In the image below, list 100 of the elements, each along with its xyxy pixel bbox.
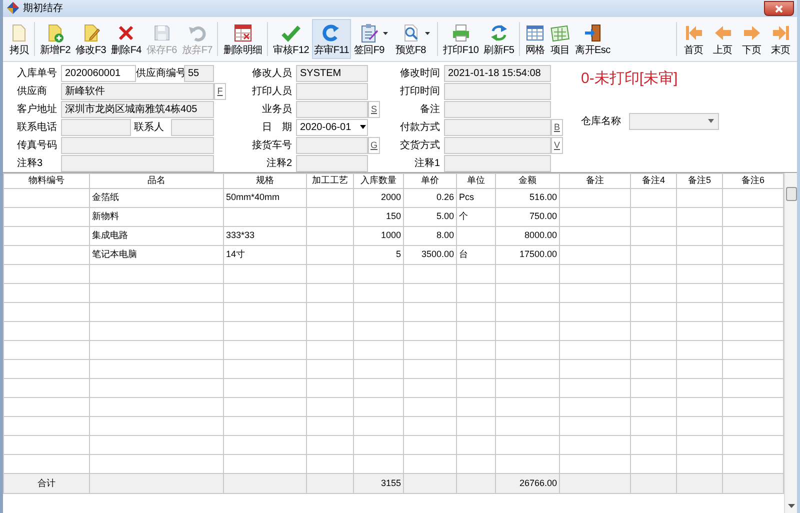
column-header[interactable]: 备注5: [676, 174, 722, 188]
table-cell: 2000: [354, 188, 404, 208]
input-field[interactable]: 2020060001: [61, 64, 136, 82]
table-delete-icon: [232, 23, 253, 43]
input-field[interactable]: [171, 118, 214, 136]
input-field[interactable]: [444, 82, 551, 100]
toolbar-button[interactable]: 预览F8: [393, 19, 428, 59]
toolbar-button[interactable]: 弃审F11: [312, 19, 351, 59]
column-header[interactable]: 加工工艺: [306, 174, 354, 188]
door-icon: [582, 23, 603, 43]
toolbar-button[interactable]: 删除明细: [221, 19, 264, 59]
toolbar-button[interactable]: 刷新F5: [482, 19, 516, 59]
input-field[interactable]: 深圳市龙岗区城南雅筑4栋405: [61, 100, 214, 118]
input-field[interactable]: 新峰软件: [61, 82, 214, 100]
input-field[interactable]: [296, 154, 368, 172]
circular-arrow-icon: [321, 23, 342, 43]
lookup-button[interactable]: F: [214, 82, 226, 100]
table-cell: 14寸: [224, 246, 306, 264]
input-field[interactable]: [296, 82, 368, 100]
total-cell: 26766.00: [496, 474, 560, 494]
column-header[interactable]: 备注: [560, 174, 630, 188]
close-icon: [775, 4, 783, 12]
status-text: 0-未打印[未审]: [581, 69, 679, 89]
date-field[interactable]: 2020-06-01: [296, 118, 368, 136]
input-field[interactable]: SYSTEM: [296, 64, 368, 82]
toolbar-button[interactable]: 离开Esc: [573, 19, 612, 59]
column-header[interactable]: 品名: [90, 174, 224, 188]
lookup-button[interactable]: B: [551, 118, 563, 136]
input-field[interactable]: 2021-01-18 15:54:08: [444, 64, 551, 82]
field-label: 备注: [419, 102, 441, 116]
field-label: 修改时间: [399, 66, 441, 80]
field-label: 修改人员: [251, 66, 293, 80]
toolbar-button[interactable]: 拷贝: [7, 19, 31, 59]
input-field[interactable]: [444, 118, 551, 136]
input-field[interactable]: [61, 136, 214, 154]
toolbar-button[interactable]: 删除F4: [108, 19, 144, 59]
table-cell: Pcs: [456, 188, 496, 208]
input-field[interactable]: [61, 154, 214, 172]
input-field[interactable]: [296, 100, 368, 118]
dropdown-arrow-icon: [708, 119, 714, 123]
column-header[interactable]: 金额: [496, 174, 560, 188]
column-header[interactable]: 物料编号: [4, 174, 90, 188]
scroll-down-icon[interactable]: [788, 504, 794, 509]
toolbar-button[interactable]: 签回F9: [352, 19, 386, 59]
field-label: 付款方式: [399, 120, 441, 134]
toolbar-button[interactable]: 网格: [523, 19, 548, 59]
column-header[interactable]: 单位: [456, 174, 496, 188]
total-cell: 合计: [4, 474, 90, 494]
toolbar-button[interactable]: 审核F12: [271, 19, 311, 59]
close-button[interactable]: [764, 1, 794, 16]
table-cell: 333*33: [224, 226, 306, 246]
table-cell: 750.00: [496, 208, 560, 226]
toolbar-button[interactable]: 打印F10: [440, 19, 481, 59]
field-label: 打印人员: [251, 84, 293, 98]
table-cell: 笔记本电脑: [90, 246, 224, 264]
total-cell: 3155: [354, 474, 404, 494]
column-header[interactable]: 备注6: [722, 174, 784, 188]
grid-icon: [525, 23, 546, 43]
toolbar-button[interactable]: 项目: [548, 19, 572, 59]
refresh-icon: [488, 23, 509, 43]
table-cell: 3500.00: [404, 246, 456, 264]
field-label: 日 期: [261, 120, 293, 134]
input-field[interactable]: [61, 118, 131, 136]
input-field[interactable]: [444, 100, 551, 118]
field-label: 接货车号: [251, 138, 293, 152]
lookup-button[interactable]: G: [368, 136, 380, 154]
column-header[interactable]: 备注4: [630, 174, 676, 188]
field-label: 联系电话: [17, 120, 58, 134]
field-label: 联系人: [133, 120, 165, 134]
toolbar-button[interactable]: 修改F3: [73, 19, 108, 59]
table-cell: 50mm*40mm: [224, 188, 306, 208]
nav-button[interactable]: 首页: [679, 19, 708, 59]
input-field[interactable]: [444, 154, 551, 172]
column-header[interactable]: 入库数量: [354, 174, 404, 188]
lookup-button[interactable]: S: [368, 100, 380, 118]
table-cell: 5.00: [404, 208, 456, 226]
input-field[interactable]: [444, 136, 551, 154]
warehouse-dropdown[interactable]: [629, 112, 719, 130]
column-header[interactable]: 规格: [224, 174, 306, 188]
lookup-button[interactable]: V: [551, 136, 563, 154]
column-header[interactable]: 单价: [404, 174, 456, 188]
table-cell: 集成电路: [90, 226, 224, 246]
input-field[interactable]: [296, 136, 368, 154]
scrollbar-thumb[interactable]: [786, 187, 796, 201]
field-label: 打印时间: [399, 84, 441, 98]
table-cell: 台: [456, 246, 496, 264]
table-cell: 0.26: [404, 188, 456, 208]
last-page-icon: [770, 23, 790, 43]
input-field[interactable]: 55: [184, 64, 214, 82]
nav-button[interactable]: 下页: [737, 19, 766, 59]
printer-icon: [450, 23, 471, 43]
table-cell: 17500.00: [496, 246, 560, 264]
toolbar-button[interactable]: 新增F2: [38, 19, 72, 59]
app-logo-icon: [7, 2, 19, 14]
field-label: 仓库名称: [581, 114, 622, 128]
right-arrow-icon: [742, 23, 762, 43]
field-label: 供应商: [17, 84, 48, 98]
nav-button[interactable]: 上页: [708, 19, 737, 59]
field-label: 业务员: [261, 102, 293, 116]
nav-button[interactable]: 末页: [766, 19, 795, 59]
